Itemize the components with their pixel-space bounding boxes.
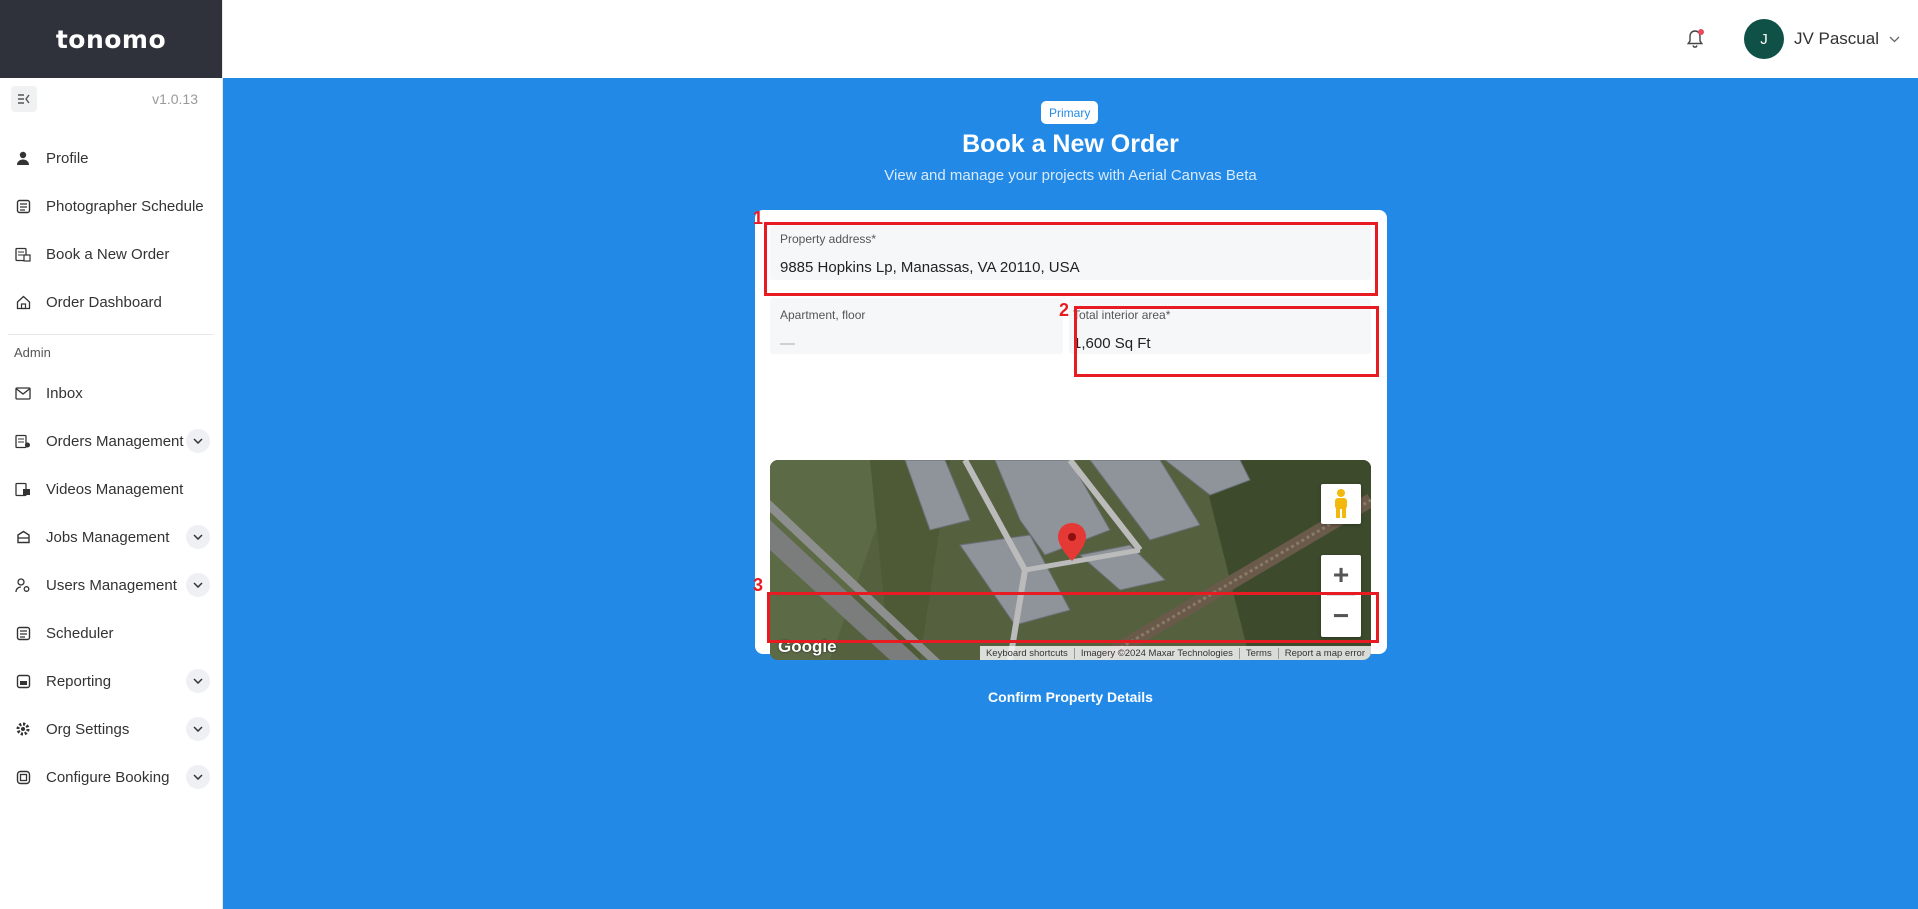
sidebar-item-jobs-management[interactable]: Jobs Management: [0, 513, 222, 561]
annotation-number-3: 3: [753, 575, 764, 595]
sidebar-item-users-management[interactable]: Users Management: [0, 561, 222, 609]
scheduler-icon: [14, 624, 32, 642]
apartment-floor-input[interactable]: —: [780, 335, 795, 352]
user-name[interactable]: JV Pascual: [1794, 29, 1879, 49]
page-title-text: Book a New Order: [962, 130, 1179, 158]
annotation-number-2: 2: [1059, 300, 1070, 320]
sidebar-item-orders-management[interactable]: Orders Management: [0, 417, 222, 465]
terms-link[interactable]: Terms: [1238, 647, 1278, 659]
chevron-down-icon[interactable]: [1889, 30, 1900, 48]
page-title: Book a New Order: [223, 130, 1918, 159]
page-subtitle: View and manage your projects with Aeria…: [223, 167, 1918, 184]
video-icon: [14, 480, 32, 498]
book-order-icon: [14, 245, 32, 263]
sidebar-item-label: Org Settings: [46, 720, 130, 738]
annotation-number-1: 1: [753, 208, 764, 228]
chevron-down-icon[interactable]: [186, 525, 210, 549]
sidebar-item-profile[interactable]: Profile: [0, 134, 222, 182]
sidebar-item-videos-management[interactable]: Videos Management: [0, 465, 222, 513]
sidebar-item-order-dashboard[interactable]: Order Dashboard: [0, 278, 222, 326]
chevron-down-icon[interactable]: [186, 669, 210, 693]
sidebar-nav: Profile Photographer Schedule Book a New…: [0, 120, 222, 801]
sidebar: tonomo v1.0.13 Profile Photographer Sche…: [0, 0, 223, 909]
chevron-down-icon[interactable]: [186, 573, 210, 597]
confirm-property-details-button[interactable]: Confirm Property Details: [770, 676, 1371, 718]
sidebar-item-org-settings[interactable]: Org Settings: [0, 705, 222, 753]
avatar[interactable]: J: [1743, 19, 1784, 59]
sidebar-item-label: Orders Management: [46, 432, 184, 450]
annotation-box-3: [767, 592, 1379, 643]
map-attribution: Keyboard shortcuts Imagery ©2024 Maxar T…: [979, 646, 1371, 660]
admin-section-label: Admin: [14, 345, 51, 360]
notification-dot: [1697, 29, 1704, 35]
zoom-in-icon[interactable]: +: [1321, 555, 1361, 595]
main-content: Primary Book a New Order View and manage…: [223, 78, 1918, 909]
sidebar-item-label: Inbox: [46, 384, 83, 402]
report-icon: [14, 672, 32, 690]
chevron-down-icon[interactable]: [186, 429, 210, 453]
sidebar-item-label: Scheduler: [46, 624, 114, 642]
page-subtitle-text: View and manage your projects with Aeria…: [884, 167, 1257, 184]
schedule-icon: [14, 197, 32, 215]
mail-icon: [14, 384, 32, 402]
users-icon: [14, 576, 32, 594]
sidebar-item-label: Videos Management: [46, 480, 184, 498]
chevron-down-icon[interactable]: [186, 765, 210, 789]
chevron-down-icon[interactable]: [186, 717, 210, 741]
report-map-error-link[interactable]: Report a map error: [1277, 647, 1371, 659]
annotation-box-2: [1074, 306, 1379, 377]
sidebar-item-label: Book a New Order: [46, 245, 170, 263]
top-bar: J JV Pascual: [223, 0, 1918, 78]
sidebar-item-label: Jobs Management: [46, 528, 170, 546]
logo-bar: tonomo: [0, 0, 222, 78]
collapse-row: v1.0.13: [0, 78, 222, 120]
sidebar-item-label: Order Dashboard: [46, 293, 162, 311]
imagery-credit: Imagery ©2024 Maxar Technologies: [1073, 647, 1239, 659]
home-icon: [14, 293, 32, 311]
apartment-floor-label: Apartment, floor: [780, 308, 866, 322]
annotation-box-1: [764, 222, 1378, 296]
sidebar-item-photographer-schedule[interactable]: Photographer Schedule: [0, 182, 222, 230]
gear-icon: [14, 720, 32, 738]
jobs-icon: [14, 528, 32, 546]
sidebar-item-label: Users Management: [46, 576, 177, 594]
keyboard-shortcuts-link[interactable]: Keyboard shortcuts: [980, 648, 1074, 659]
logo[interactable]: tonomo: [56, 25, 166, 54]
sidebar-item-inbox[interactable]: Inbox: [0, 369, 222, 417]
sidebar-item-reporting[interactable]: Reporting: [0, 657, 222, 705]
street-view-pegman-icon[interactable]: [1321, 484, 1361, 524]
configure-icon: [14, 768, 32, 786]
sidebar-item-label: Profile: [46, 149, 89, 167]
version-label: v1.0.13: [152, 91, 198, 107]
apartment-floor-field[interactable]: Apartment, floor —: [770, 298, 1063, 354]
primary-badge: Primary: [1041, 101, 1099, 124]
sidebar-item-book-order[interactable]: Book a New Order: [0, 230, 222, 278]
sidebar-item-label: Reporting: [46, 672, 112, 690]
sidebar-item-label: Configure Booking: [46, 768, 170, 786]
sidebar-item-label: Photographer Schedule: [46, 197, 204, 215]
user-icon: [14, 149, 32, 167]
orders-icon: [14, 432, 32, 450]
sidebar-item-scheduler[interactable]: Scheduler: [0, 609, 222, 657]
sidebar-item-configure-booking[interactable]: Configure Booking: [0, 753, 222, 801]
collapse-sidebar-icon[interactable]: [11, 86, 37, 112]
notification-bell-icon[interactable]: [1686, 29, 1706, 49]
